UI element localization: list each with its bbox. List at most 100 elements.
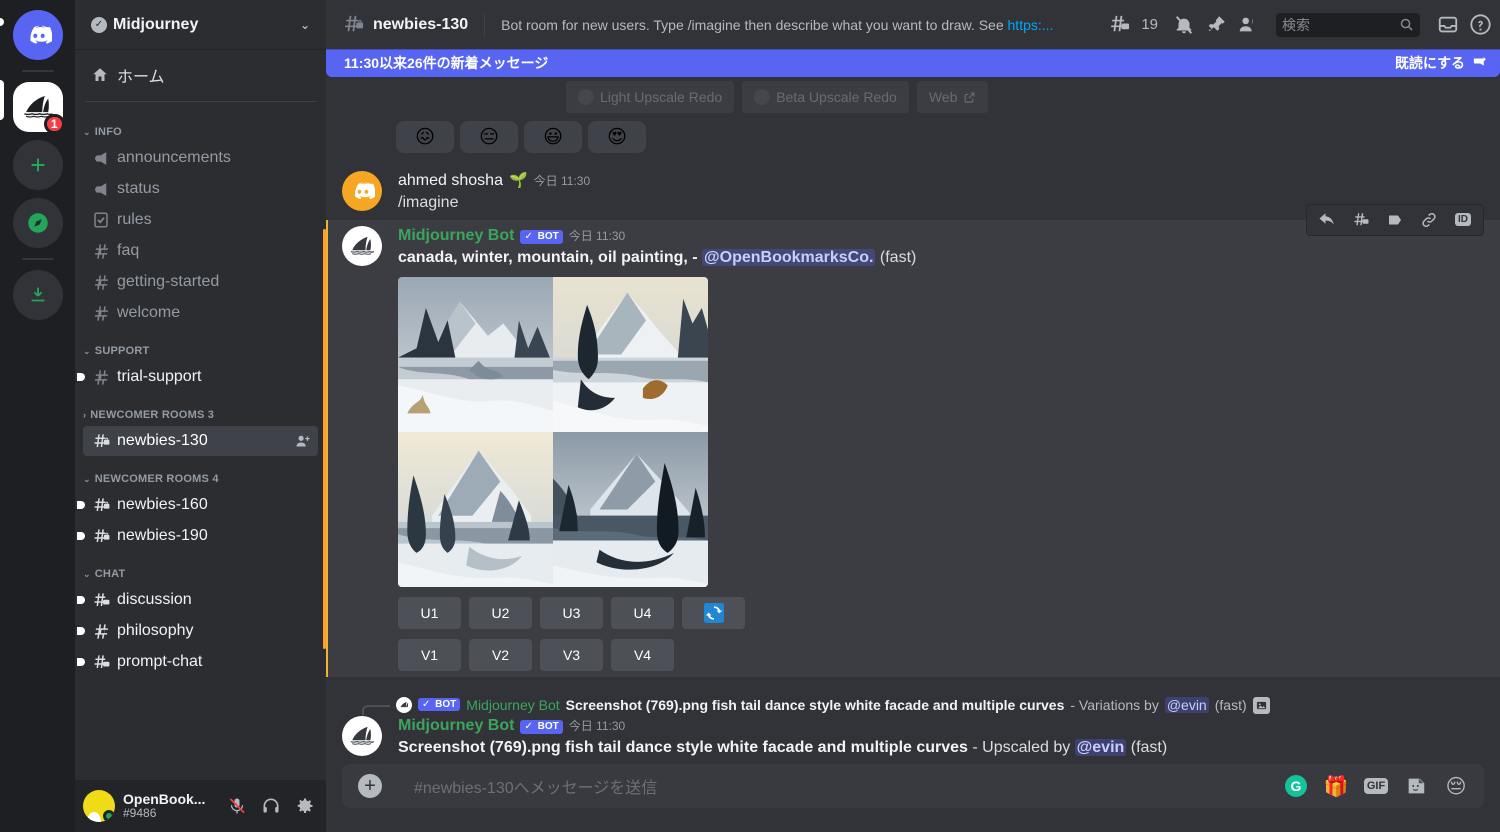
gif-icon[interactable]: GIF <box>1363 774 1389 798</box>
category-newcomer-rooms-3[interactable]: › NEWCOMER ROOMS 3 <box>75 393 326 425</box>
sidebar-item-philosophy[interactable]: philosophy <box>77 616 318 646</box>
server-icon-midjourney[interactable]: 1 <box>12 82 65 134</box>
image-tile-4[interactable] <box>553 431 708 587</box>
server-icon-discord-home[interactable] <box>12 10 63 60</box>
category-info[interactable]: ⌄ INFO <box>75 110 326 142</box>
variation-button-v4[interactable]: V4 <box>611 638 674 671</box>
mark-read-button[interactable]: 既読にする <box>1395 53 1488 73</box>
inbox-icon[interactable] <box>1436 13 1460 37</box>
explore-servers-button[interactable] <box>12 198 63 248</box>
notification-muted-icon[interactable] <box>1172 13 1196 37</box>
reply-preview[interactable]: ✓ BOT Midjourney Bot Screenshot (769).pn… <box>326 695 1500 715</box>
upscale-button-u4[interactable]: U4 <box>611 596 674 629</box>
message-input[interactable]: #newbies-130へメッセージを送信 <box>414 774 1268 798</box>
sidebar-item-status[interactable]: status <box>83 174 318 204</box>
emoji-icon[interactable]: 😔 <box>1444 774 1468 798</box>
message-author[interactable]: Midjourney Bot <box>398 716 514 735</box>
avatar[interactable] <box>342 171 382 211</box>
help-icon[interactable] <box>1468 13 1492 37</box>
message-body: Midjourney Bot ✓ BOT 今日 11:30 Screenshot… <box>398 716 1452 759</box>
copy-link-icon[interactable] <box>1413 206 1445 234</box>
create-thread-icon[interactable] <box>1345 206 1377 234</box>
variation-button-v2[interactable]: V2 <box>469 638 532 671</box>
channel-sidebar: ✓ Midjourney ⌄ ホーム ⌄ INFO announcements <box>75 0 326 832</box>
sidebar-item-discussion[interactable]: discussion <box>77 585 318 615</box>
beta-upscale-redo-button[interactable]: Beta Upscale Redo <box>742 81 909 113</box>
sidebar-item-rules[interactable]: rules <box>83 205 318 235</box>
user-info[interactable]: OpenBook... #9486 <box>123 792 216 821</box>
composer-box[interactable]: + #newbies-130へメッセージを送信 G 🎁 GIF 😔 <box>342 764 1484 808</box>
avatar[interactable] <box>83 790 115 822</box>
download-apps-button[interactable] <box>12 270 63 320</box>
avatar[interactable] <box>342 715 382 756</box>
guild-header[interactable]: ✓ Midjourney ⌄ <box>75 0 326 49</box>
upscale-button-u1[interactable]: U1 <box>398 596 461 629</box>
variation-button-v3[interactable]: V3 <box>540 638 603 671</box>
heart-eyes-reaction[interactable]: 😍 <box>588 121 646 153</box>
gear-icon <box>297 798 313 813</box>
add-member-icon[interactable] <box>294 433 310 449</box>
reaction-emoji: 😖 <box>415 126 435 148</box>
category-chat[interactable]: ⌄ CHAT <box>75 552 326 584</box>
mark-unread-icon[interactable] <box>1379 206 1411 234</box>
image-tile-2[interactable] <box>553 276 708 432</box>
image-tile-1[interactable] <box>398 276 553 432</box>
grammarly-icon[interactable]: G <box>1284 774 1308 798</box>
copy-id-icon[interactable]: ID <box>1447 206 1479 234</box>
message-midjourney-bot[interactable]: ID Midjourney Bot ✓ BOT 今日 11:30 canada,… <box>326 203 1500 677</box>
confounded-reaction[interactable]: 😖 <box>396 121 454 153</box>
sidebar-item-newbies-130[interactable]: newbies-130 <box>83 426 318 456</box>
sidebar-item-newbies-190[interactable]: newbies-190 <box>77 521 318 551</box>
reroll-button[interactable] <box>682 596 745 629</box>
mute-microphone-button[interactable] <box>224 793 250 819</box>
threads-icon[interactable] <box>1107 13 1131 37</box>
message-midjourney-upscaled[interactable]: Midjourney Bot ✓ BOT 今日 11:30 Screenshot… <box>326 714 1500 764</box>
sidebar-item-newbies-160[interactable]: newbies-160 <box>77 490 318 520</box>
mention[interactable]: @evin <box>1164 697 1209 714</box>
sidebar-item-getting-started[interactable]: getting-started <box>83 267 318 297</box>
message-header: Midjourney Bot ✓ BOT 今日 11:30 <box>398 226 1452 245</box>
bot-badge: ✓ BOT <box>418 697 461 711</box>
user-settings-button[interactable] <box>292 793 318 819</box>
attach-file-button[interactable]: + <box>358 774 382 798</box>
sidebar-item-announcements[interactable]: announcements <box>83 143 318 173</box>
sidebar-item-trial-support[interactable]: trial-support <box>77 362 318 392</box>
reaction-emoji: 😃 <box>543 126 563 148</box>
sidebar-item-prompt-chat[interactable]: prompt-chat <box>77 647 318 677</box>
pinned-messages-icon[interactable] <box>1204 13 1228 37</box>
gift-icon[interactable]: 🎁 <box>1324 774 1349 798</box>
category-newcomer-rooms-4[interactable]: ⌄ NEWCOMER ROOMS 4 <box>75 457 326 489</box>
mention[interactable]: @OpenBookmarksCo. <box>702 248 876 266</box>
web-button[interactable]: Web <box>916 81 989 113</box>
add-server-button[interactable] <box>12 140 63 190</box>
channel-list[interactable]: ホーム ⌄ INFO announcements status rules fa… <box>75 49 326 780</box>
search-input[interactable]: 検索 <box>1276 12 1420 37</box>
reply-icon[interactable] <box>1311 206 1343 234</box>
sidebar-item-welcome[interactable]: welcome <box>83 298 318 328</box>
deafen-button[interactable] <box>258 793 284 819</box>
category-support[interactable]: ⌄ SUPPORT <box>75 329 326 361</box>
variation-button-v1[interactable]: V1 <box>398 638 461 671</box>
message-list[interactable]: Light Upscale Redo Beta Upscale Redo Web… <box>326 49 1500 764</box>
avatar[interactable] <box>342 225 382 266</box>
upscale-button-u2[interactable]: U2 <box>469 596 532 629</box>
generated-image-grid[interactable] <box>398 276 708 587</box>
light-upscale-redo-button[interactable]: Light Upscale Redo <box>566 81 735 113</box>
bot-badge-label: BOT <box>537 230 559 242</box>
image-tile-3[interactable] <box>398 431 553 587</box>
new-messages-banner[interactable]: 11:30以来26件の新着メッセージ 既読にする <box>326 49 1500 77</box>
sidebar-item-home[interactable]: ホーム <box>83 57 318 93</box>
topic-link[interactable]: https:... <box>1008 17 1054 33</box>
sidebar-item-faq[interactable]: faq <box>83 236 318 266</box>
channel-topic[interactable]: Bot room for new users. Type /imagine th… <box>501 17 1099 33</box>
message-author[interactable]: Midjourney Bot <box>398 226 514 245</box>
expressionless-reaction[interactable]: 😑 <box>460 121 518 153</box>
mention[interactable]: @evin <box>1074 738 1127 756</box>
upscale-button-u3[interactable]: U3 <box>540 596 603 629</box>
download-icon <box>31 287 44 302</box>
member-list-icon[interactable] <box>1236 13 1260 37</box>
reply-author[interactable]: Midjourney Bot <box>466 697 559 713</box>
sticker-icon[interactable] <box>1404 774 1428 798</box>
grinning-reaction[interactable]: 😃 <box>524 121 582 153</box>
message-author[interactable]: ahmed shosha <box>398 171 503 190</box>
